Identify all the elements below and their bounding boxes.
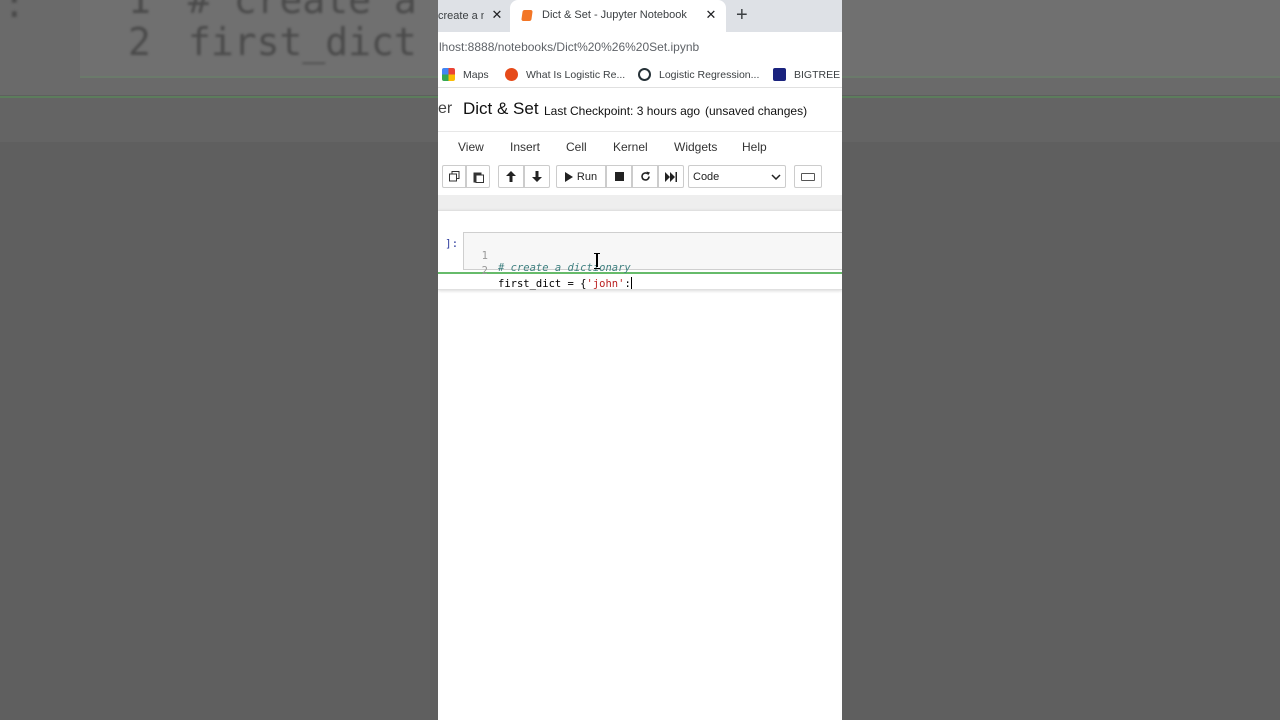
restart-kernel-button[interactable] (632, 165, 658, 188)
menu-kernel[interactable]: Kernel (613, 140, 648, 154)
notebook-title[interactable]: Dict & Set (463, 99, 539, 119)
line-number: 2 (481, 265, 488, 277)
tab-title: Dict & Set - Jupyter Notebook (542, 9, 687, 21)
tab-dict-set-notebook[interactable]: Dict & Set - Jupyter Notebook ✕ (510, 0, 726, 32)
bg-code-line-2: first_dict = (188, 20, 463, 64)
code-string: 'john' (586, 278, 625, 290)
code-line: 2 first_dict = {'john': (464, 253, 632, 290)
keyboard-icon (801, 172, 815, 181)
maps-icon (442, 68, 455, 81)
checkpoint-status: Last Checkpoint: 3 hours ago (544, 104, 701, 118)
bg-line-num-1: 1 (128, 0, 151, 22)
fast-forward-icon (665, 171, 677, 182)
run-label: Run (576, 170, 598, 183)
bookmark-label: BIGTREE E (794, 68, 842, 81)
chevron-down-icon (771, 173, 781, 180)
bookmark-what-is-logistic[interactable]: What Is Logistic Re... (505, 68, 625, 81)
unsaved-status: (unsaved changes) (705, 104, 808, 118)
site-icon (638, 68, 651, 81)
bookmark-bigtree[interactable]: BIGTREE E (773, 68, 842, 81)
code-editor[interactable]: 1 # create a dictionary 2 first_dict = {… (463, 232, 842, 290)
bookmark-maps[interactable]: Maps (442, 68, 489, 81)
tab-title: create a n (438, 10, 484, 22)
menu-cell[interactable]: Cell (566, 140, 587, 154)
code-prefix: first_dict = { (498, 278, 587, 290)
move-down-button[interactable] (524, 165, 550, 188)
notebook-toolbar: Run Code (438, 164, 842, 190)
bg-code-line-1: # create a d (188, 0, 463, 22)
jupyter-logo[interactable]: er (438, 100, 452, 118)
menu-view[interactable]: View (458, 140, 484, 154)
bookmark-logistic-regression[interactable]: Logistic Regression... (638, 68, 759, 81)
paste-cell-button[interactable] (466, 165, 490, 188)
notebook-header: er Dict & Set Last Checkpoint: 3 hours a… (438, 96, 842, 126)
text-caret (630, 277, 632, 289)
bg-line-num-2: 2 (128, 20, 151, 64)
cell-type-value: Code (693, 170, 720, 183)
arrow-down-icon (532, 171, 542, 182)
stop-icon (614, 172, 624, 181)
jupyter-favicon-icon (521, 10, 533, 21)
run-button[interactable]: Run (556, 165, 606, 188)
address-bar[interactable]: lhost:8888/notebooks/Dict%20%26%20Set.ip… (438, 32, 842, 62)
input-prompt: ]: (445, 237, 459, 250)
menu-insert[interactable]: Insert (510, 140, 540, 154)
close-icon[interactable]: ✕ (490, 8, 504, 22)
paste-icon (473, 172, 484, 183)
screenshot-panel: create a n ✕ Dict & Set - Jupyter Notebo… (438, 0, 842, 720)
copy-icon (448, 171, 459, 182)
move-up-button[interactable] (498, 165, 524, 188)
bookmark-label: Logistic Regression... (659, 68, 760, 81)
code-cell[interactable]: ]: 1 # create a dictionary 2 first_dict … (438, 229, 842, 290)
cell-type-select[interactable]: Code (688, 165, 786, 188)
new-tab-button[interactable]: + (736, 5, 748, 25)
close-icon[interactable]: ✕ (704, 8, 718, 22)
tab-create-notebook[interactable]: create a n ✕ (438, 0, 510, 32)
bookmarks-bar: Maps What Is Logistic Re... Logistic Reg… (438, 62, 842, 88)
restart-run-all-button[interactable] (658, 165, 684, 188)
url-text: lhost:8888/notebooks/Dict%20%26%20Set.ip… (439, 40, 700, 54)
toolbar-separator (438, 195, 842, 210)
interrupt-kernel-button[interactable] (606, 165, 632, 188)
bookmark-label: What Is Logistic Re... (526, 68, 626, 81)
bg-prompt: ]: (0, 0, 26, 26)
code-text: first_dict = {'john': (498, 277, 632, 290)
copy-cell-button[interactable] (442, 165, 466, 188)
menu-bar: View Insert Cell Kernel Widgets Help (438, 131, 842, 161)
notebook-container: ]: 1 # create a dictionary 2 first_dict … (438, 210, 842, 290)
text-cursor-icon (594, 253, 600, 269)
menu-widgets[interactable]: Widgets (674, 140, 717, 154)
code-line: 1 # create a dictionary (464, 238, 631, 274)
menu-help[interactable]: Help (742, 140, 767, 154)
command-palette-button[interactable] (794, 165, 822, 188)
tab-bar: create a n ✕ Dict & Set - Jupyter Notebo… (438, 0, 842, 32)
site-icon (773, 68, 786, 81)
site-icon (505, 68, 518, 81)
arrow-up-icon (506, 171, 516, 182)
play-icon (564, 171, 573, 182)
restart-icon (640, 171, 650, 181)
bookmark-label: Maps (463, 68, 489, 81)
